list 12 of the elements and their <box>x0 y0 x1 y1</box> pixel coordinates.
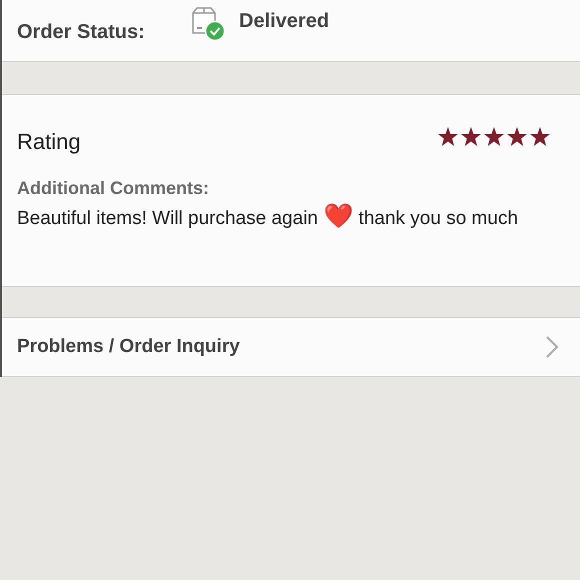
comments-label: Additional Comments: <box>17 177 210 200</box>
chevron-right-icon <box>546 336 558 358</box>
rating-title: Rating <box>17 128 81 156</box>
comment-text: Beautiful items! Will purchase again ❤ thank you so much <box>17 204 520 232</box>
star-icon <box>438 127 458 146</box>
star-icon <box>461 127 481 146</box>
inquiry-row[interactable]: Problems / Order Inquiry <box>2 317 580 377</box>
star-icon <box>507 127 527 146</box>
star-icon <box>530 127 550 146</box>
status-label: Order Status: <box>17 20 146 44</box>
status-value: Delivered <box>239 8 330 34</box>
star-icon <box>484 127 504 146</box>
